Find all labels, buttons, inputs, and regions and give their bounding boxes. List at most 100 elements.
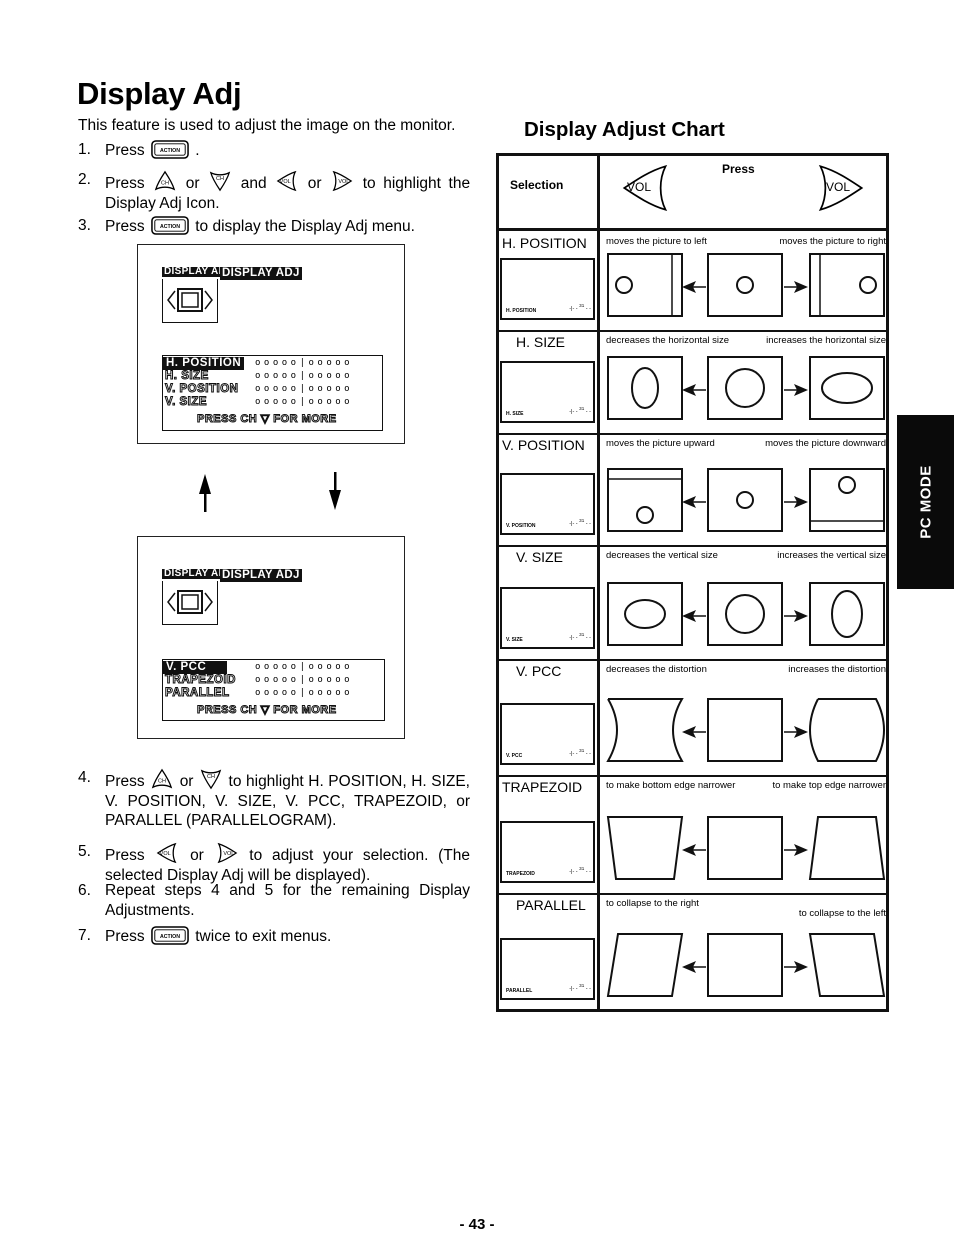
osd-screen-1: DISPLAY ADJ DISPLAY ADJ H. POSITION H. S… [137, 244, 405, 444]
mini-screen-label: V. SIZE [506, 637, 523, 643]
diagram-para [606, 933, 886, 997]
step-2: 2. Press or and or to highlight the Disp… [78, 170, 470, 213]
mini-screen-value: -|- - 31 - - [569, 632, 591, 641]
step-4: 4. Press or to highlight H. POSITION, H.… [78, 768, 470, 831]
increase-description: increases the vertical size [777, 550, 886, 561]
step-number: 2. [78, 171, 91, 188]
arrow-left-icon [682, 281, 706, 293]
step-text: Press [105, 218, 145, 235]
mini-screen-label: H. SIZE [506, 411, 524, 417]
picture-normal [707, 253, 783, 317]
osd-screen-2: DISPLAY ADJ DISPLAY ADJ V. PCC TRAPEZOID… [137, 536, 405, 739]
step-text: Press [105, 928, 145, 945]
step-text: Press [105, 175, 145, 192]
arrow-left-icon [682, 961, 706, 973]
osd-item-v-pcc: V. PCC [163, 661, 227, 674]
step-number: 5. [78, 843, 91, 860]
picture-increased [808, 816, 886, 880]
arrow-right-icon [784, 726, 808, 738]
channel-up-icon [154, 170, 176, 192]
mini-value: 31 [579, 632, 585, 638]
row-divider [496, 330, 889, 332]
mini-screen: V. SIZE -|- - 31 - - [500, 587, 595, 649]
mini-screen-value: -|- - 31 - - [569, 866, 591, 875]
step-text: Press [105, 847, 145, 864]
diagram-hpos [607, 253, 885, 317]
mini-screen: V. PCC -|- - 31 - - [500, 703, 595, 765]
mini-screen-value: -|- - 31 - - [569, 406, 591, 415]
arrow-up-icon [199, 474, 211, 512]
picture-increased [809, 698, 885, 762]
diagram-vsize [607, 582, 885, 646]
increase-description: to collapse to the left [798, 908, 886, 919]
row-divider [496, 775, 889, 777]
osd-item-h-size: H. SIZE [165, 370, 209, 383]
decrease-description: to make bottom edge narrower [606, 780, 736, 791]
osd-item-parallel: PARALLEL [164, 687, 230, 700]
arrow-right-icon [784, 496, 808, 508]
picture-normal [707, 933, 783, 997]
action-button-icon [151, 140, 189, 159]
increase-description: increases the horizontal size [766, 335, 886, 346]
display-adj-icon [162, 279, 218, 323]
step-text: Repeat steps 4 and 5 for the remaining D… [105, 882, 470, 919]
osd-level-bar: ooooo|ooooo [255, 371, 354, 381]
header-press: Press [722, 162, 755, 176]
osd-menu: H. POSITION H. SIZE V. POSITION V. SIZE … [162, 355, 383, 431]
osd-footer: PRESS CH ▽ FOR MORE [197, 413, 337, 426]
selection-label: H. SIZE [516, 334, 566, 350]
step-text: twice to exit menus. [195, 928, 332, 945]
page-title: Display Adj [77, 76, 242, 111]
osd-level-bar: ooooo|ooooo [255, 397, 354, 407]
diagram-vpos [607, 468, 885, 532]
arrow-right-icon [784, 961, 808, 973]
step-number: 3. [78, 217, 91, 234]
picture-increased [809, 356, 885, 420]
diagram-hsize [607, 356, 885, 420]
decrease-description: decreases the distortion [606, 664, 707, 675]
mini-value: 31 [579, 303, 585, 309]
row-divider [496, 659, 889, 661]
side-tab-pc-mode: PC MODE [897, 415, 954, 589]
selection-label: TRAPEZOID [502, 779, 583, 795]
osd-level-bar: ooooo|ooooo [255, 358, 354, 368]
picture-increased [809, 468, 885, 532]
mini-screen-value: -|- - 31 - - [569, 983, 591, 992]
mini-value: 31 [579, 983, 585, 989]
step-text: or [185, 175, 200, 192]
step-1: 1. Press . [78, 140, 470, 161]
page-number: - 43 - [459, 1216, 495, 1233]
mini-screen-label: V. PCC [506, 753, 523, 759]
picture-decreased [606, 933, 684, 997]
step-number: 7. [78, 927, 91, 944]
diagram-vpcc [606, 698, 885, 762]
osd-header: DISPLAY ADJ [220, 569, 302, 582]
mini-screen-label: H. POSITION [506, 308, 537, 314]
chart-title: Display Adjust Chart [524, 118, 725, 141]
side-tab-label: PC MODE [917, 465, 934, 539]
osd-item-h-position: H. POSITION [163, 357, 245, 370]
step-6: 6. Repeat steps 4 and 5 for the remainin… [78, 881, 470, 920]
volume-left-label: VOL [627, 180, 652, 194]
step-number: 1. [78, 141, 91, 158]
step-7: 7. Press twice to exit menus. [78, 926, 470, 947]
selection-label: H. POSITION [502, 235, 587, 251]
picture-increased [809, 582, 885, 646]
volume-left-icon [156, 842, 178, 864]
row-divider [496, 545, 889, 547]
intro-text: This feature is used to adjust the image… [78, 117, 456, 134]
decrease-description: to collapse to the right [606, 898, 699, 909]
arrow-left-icon [682, 610, 706, 622]
picture-decreased [607, 356, 683, 420]
decrease-description: decreases the horizontal size [606, 335, 730, 346]
osd-item-v-size: V. SIZE [164, 396, 208, 409]
increase-description: moves the picture downward [765, 438, 886, 449]
action-button-icon [151, 926, 189, 945]
arrow-right-icon [784, 281, 808, 293]
step-5: 5. Press or to adjust your selection. (T… [78, 842, 470, 885]
picture-normal [707, 582, 783, 646]
osd-item-v-position: V. POSITION [164, 383, 239, 396]
osd-level-bar: ooooo|ooooo [255, 675, 354, 685]
step-text: Press [105, 773, 145, 790]
step-text: Press [105, 142, 145, 159]
